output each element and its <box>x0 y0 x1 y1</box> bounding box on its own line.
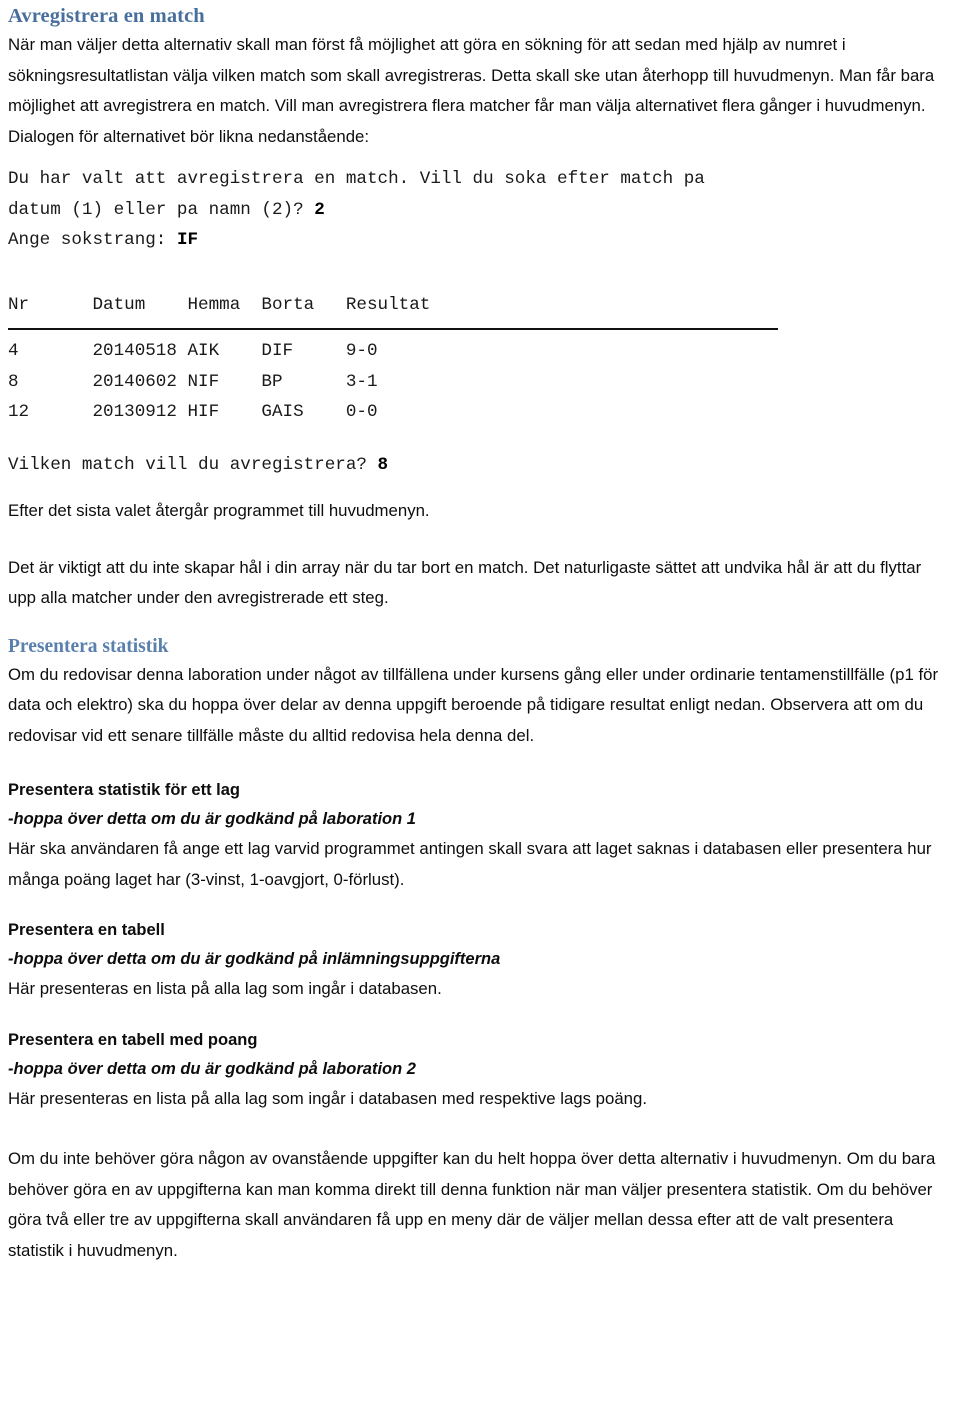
document-page: Avregistrera en match När man väljer det… <box>0 0 960 1266</box>
statistics-intro-paragraph: Om du redovisar denna laboration under n… <box>8 664 939 745</box>
table-row: 4 20140518 AIK DIF 9-0 <box>8 341 378 361</box>
after-console-paragraph-1: Efter det sista valet återgår programmet… <box>8 501 430 520</box>
console-line-final-prompt: Vilken match vill du avregistrera? 8 <box>8 450 950 481</box>
unregister-intro-paragraph: När man väljer detta alternativ skall ma… <box>8 35 935 146</box>
subsection-body-team-stats: Här ska användaren få ange ett lag varvi… <box>8 839 932 889</box>
console-line-prompt2: datum (1) eller pa namn (2)? 2 <box>8 195 950 226</box>
console-prompt3-label: Ange sokstrang: <box>8 230 177 250</box>
page-title: Avregistrera en match <box>8 5 205 27</box>
console-table-rows: 4 20140518 AIK DIF 9-0 8 20140602 NIF BP … <box>8 336 950 428</box>
subsection-note-table: -hoppa över detta om du är godkänd på in… <box>8 950 501 968</box>
subsection-heading-table-points: Presentera en tabell med poang <box>8 1030 258 1049</box>
console-final-prompt-input: 8 <box>377 454 389 475</box>
subsection-body-table: Här presenteras en lista på alla lag som… <box>8 979 442 998</box>
console-prompt1-text: Du har valt att avregistrera en match. V… <box>8 169 705 189</box>
section-heading-statistics: Presentera statistik <box>8 635 169 657</box>
subsection-body-table-points: Här presenteras en lista på alla lag som… <box>8 1088 647 1108</box>
console-table-header: Nr Datum Hemma Borta Resultat <box>8 294 431 315</box>
console-line-prompt1: Du har valt att avregistrera en match. V… <box>8 164 950 195</box>
table-row: 8 20140602 NIF BP 3-1 <box>8 371 378 392</box>
subsection-heading-team-stats: Presentera statistik för ett lag <box>8 781 240 799</box>
console-line-prompt3: Ange sokstrang: IF <box>8 225 950 256</box>
subsection-note-table-points: -hoppa över detta om du är godkänd på la… <box>8 1059 416 1078</box>
table-row: 12 20130912 HIF GAIS 0-0 <box>8 402 378 422</box>
console-prompt2-input: 2 <box>314 199 325 220</box>
console-final-prompt-label: Vilken match vill du avregistrera? <box>8 454 378 475</box>
subsection-heading-table: Presentera en tabell <box>8 921 165 939</box>
console-transcript: Du har valt att avregistrera en match. V… <box>8 164 950 480</box>
console-prompt3-input: IF <box>176 230 199 250</box>
after-console-paragraph-2: Det är viktigt att du inte skapar hål i … <box>8 557 922 608</box>
statistics-closing-paragraph: Om du inte behöver göra någon av ovanstå… <box>8 1149 936 1260</box>
subsection-note-team-stats: -hoppa över detta om du är godkänd på la… <box>8 810 416 828</box>
console-prompt2-label: datum (1) eller pa namn (2)? <box>8 199 315 220</box>
